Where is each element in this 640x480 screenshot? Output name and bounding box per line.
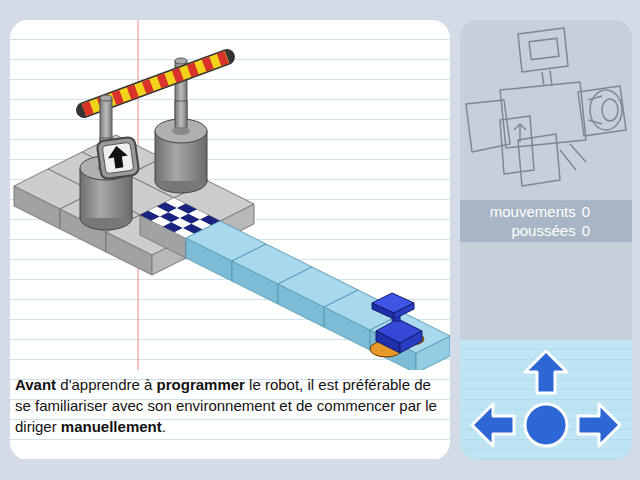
game-screen: Avant d'apprendre à programmer le robot,… [0,0,640,480]
robot-portrait [460,20,632,200]
controls-area [460,340,632,460]
intro-text: Avant d'apprendre à programmer le robot,… [10,370,450,437]
circle-icon [522,401,570,449]
arrow-right-icon [575,401,623,449]
stats-band: mouvements0poussées0 [460,200,632,242]
lesson-panel: Avant d'apprendre à programmer le robot,… [10,20,450,460]
right-button[interactable] [575,401,623,449]
robot-sketch-icon [460,20,632,200]
side-panel: mouvements0poussées0 [460,20,632,460]
arrow-left-icon [469,401,517,449]
up-button[interactable] [522,348,570,396]
robot [370,293,424,357]
arrow-up-icon [522,348,570,396]
game-scene [10,20,450,370]
action-button[interactable] [522,401,570,449]
left-button[interactable] [469,401,517,449]
stat-row: mouvements0 [490,202,590,221]
stat-row: poussées0 [511,221,590,240]
path-tile [370,313,450,370]
direction-sign-icon [97,137,140,180]
